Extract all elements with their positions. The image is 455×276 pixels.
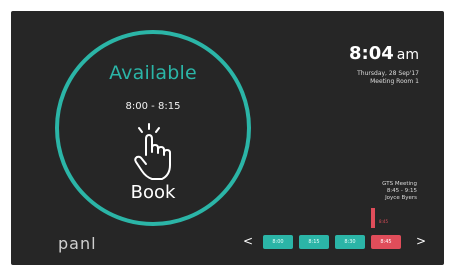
timeline-slot[interactable]: 8:15 bbox=[299, 235, 329, 249]
meeting-marker bbox=[371, 208, 375, 228]
tap-hand-icon[interactable] bbox=[128, 121, 176, 183]
current-slot-time: 8:00 - 8:15 bbox=[125, 101, 181, 112]
brand-logo: panl bbox=[58, 234, 97, 253]
clock-ampm: am bbox=[396, 47, 419, 63]
timeline-next-button[interactable]: > bbox=[415, 234, 427, 248]
date-label: Thursday, 28 Sep'17 bbox=[357, 70, 419, 77]
book-button[interactable]: Book bbox=[55, 182, 251, 203]
timeline-slot-booked[interactable]: 8:45 bbox=[371, 235, 401, 249]
availability-status: Available bbox=[109, 62, 197, 84]
meeting-marker-label: 8:45 bbox=[379, 219, 388, 224]
next-meeting-time: 8:45 - 9:15 bbox=[386, 188, 417, 194]
timeline-slot[interactable]: 8:00 bbox=[263, 235, 293, 249]
clock: 8:04 am bbox=[349, 43, 419, 64]
next-meeting-title: GTS Meeting bbox=[382, 181, 417, 187]
timeline-slot[interactable]: 8:30 bbox=[335, 235, 365, 249]
room-name: Meeting Room 1 bbox=[370, 78, 419, 85]
clock-time: 8:04 bbox=[349, 43, 394, 64]
timeline-prev-button[interactable]: < bbox=[242, 234, 254, 248]
next-meeting-owner: Joyce Byers bbox=[385, 195, 417, 201]
